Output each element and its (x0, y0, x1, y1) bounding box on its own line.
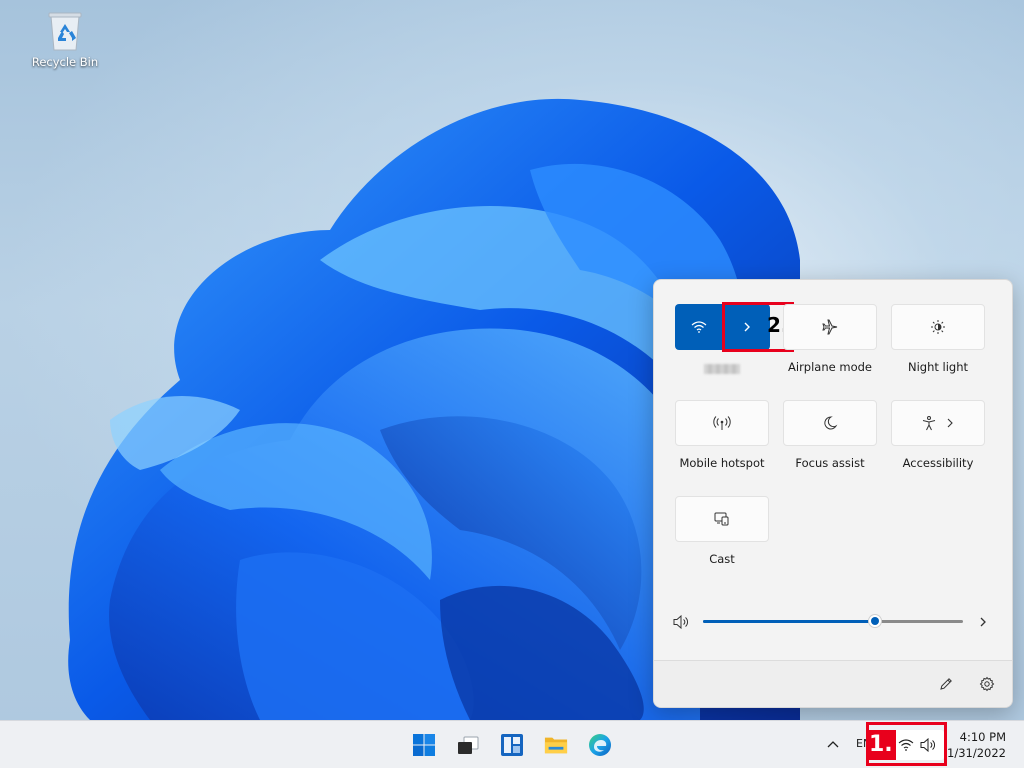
tile-focus-assist-label: Focus assist (795, 456, 865, 470)
tile-airplane-mode[interactable] (783, 304, 877, 350)
tile-mobile-hotspot[interactable] (675, 400, 769, 446)
volume-slider-thumb[interactable] (867, 614, 882, 628)
widgets-icon (501, 734, 523, 756)
clock-time: 4:10 PM (959, 730, 1006, 744)
recycle-bin-icon (45, 8, 85, 52)
file-explorer-button[interactable] (544, 733, 568, 757)
brightness-icon (931, 320, 945, 334)
tile-cast-label: Cast (709, 552, 735, 566)
chevron-up-icon[interactable] (827, 739, 839, 749)
task-view-button[interactable] (456, 733, 480, 757)
widgets-button[interactable] (500, 733, 524, 757)
volume-row (672, 610, 992, 634)
quick-settings-footer (654, 660, 1012, 707)
tile-cast[interactable] (675, 496, 769, 542)
tile-accessibility-label: Accessibility (902, 456, 974, 470)
gear-icon[interactable] (979, 676, 995, 692)
clock-date: 1/31/2022 (947, 746, 1006, 760)
pencil-icon[interactable] (938, 676, 954, 692)
airplane-icon (822, 319, 838, 335)
volume-slider-fill (703, 620, 875, 623)
desktop: Recycle Bin 2. Airplane mode Night light… (0, 0, 1024, 768)
file-explorer-icon (544, 737, 568, 754)
tile-mobile-hotspot-label: Mobile hotspot (679, 456, 765, 470)
wifi-ssid-blurred (704, 364, 740, 374)
wifi-toggle-button[interactable] (675, 304, 722, 350)
quick-settings-panel: 2. Airplane mode Night light Mobile hots… (653, 279, 1013, 708)
speaker-icon[interactable] (672, 614, 690, 630)
language-indicator[interactable]: ENG (856, 737, 866, 750)
annotation-label-1: 1. (866, 730, 896, 760)
tile-night-light[interactable] (891, 304, 985, 350)
recycle-bin-label: Recycle Bin (31, 55, 99, 69)
cast-icon (714, 512, 729, 526)
chevron-right-icon (947, 418, 953, 428)
recycle-bin[interactable]: Recycle Bin (28, 8, 102, 69)
tile-focus-assist[interactable] (783, 400, 877, 446)
accessibility-icon (922, 416, 936, 431)
edge-button[interactable] (588, 733, 612, 757)
wifi-icon (691, 321, 706, 333)
task-view-icon (458, 736, 479, 754)
hotspot-icon (713, 416, 731, 430)
volume-slider[interactable] (703, 614, 963, 628)
start-icon (413, 734, 435, 756)
moon-icon (824, 416, 838, 430)
edge-icon (589, 734, 611, 756)
tile-night-light-label: Night light (907, 360, 969, 374)
tile-airplane-mode-label: Airplane mode (788, 360, 872, 374)
start-button[interactable] (412, 733, 436, 757)
tile-accessibility[interactable] (891, 400, 985, 446)
chevron-right-icon[interactable] (978, 616, 988, 628)
clock[interactable]: 4:10 PM 1/31/2022 (947, 729, 1006, 761)
